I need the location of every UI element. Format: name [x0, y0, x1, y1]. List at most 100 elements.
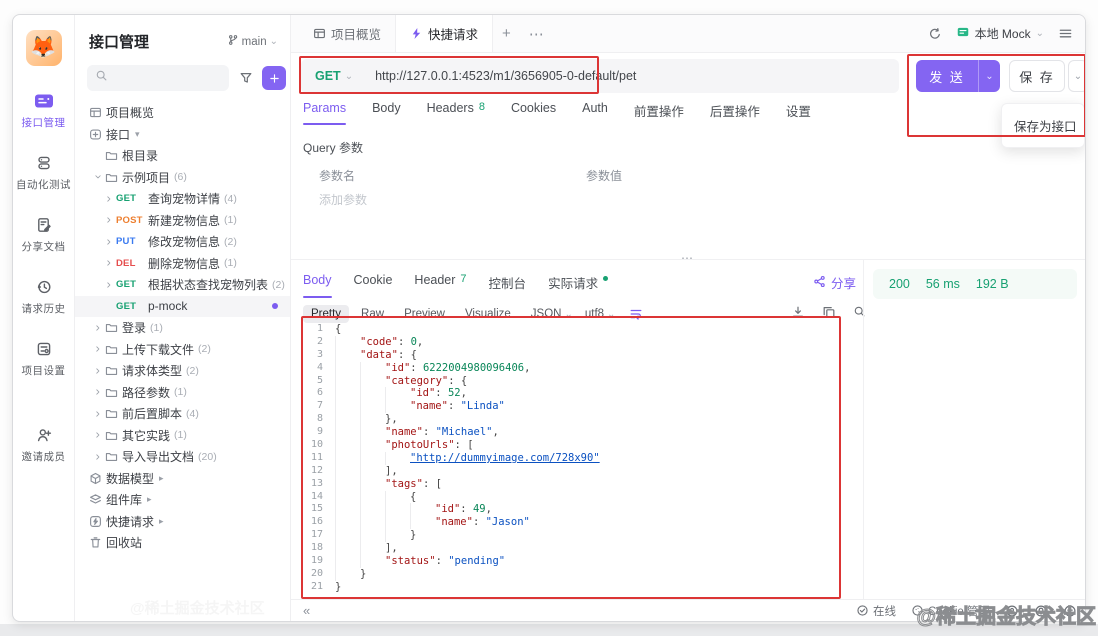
chevron-right-icon[interactable] [93, 409, 105, 419]
tree-endpoint[interactable]: GET根据状态查找宠物列表(2) [75, 274, 290, 296]
tree-item[interactable]: 快捷请求 ▸ [75, 511, 290, 533]
expand-caret-icon[interactable]: ▸ [159, 473, 164, 484]
chevron-right-icon[interactable] [104, 194, 116, 204]
tree-endpoint[interactable]: GET查询宠物详情(4) [75, 188, 290, 210]
request-tab-设置[interactable]: 设置 [786, 101, 811, 125]
copy-icon[interactable] [822, 305, 836, 319]
chevron-right-icon[interactable] [93, 452, 105, 462]
filter-icon[interactable] [239, 71, 253, 85]
rail-item-api-manage[interactable]: 接口管理 [22, 92, 66, 130]
request-tab-Headers[interactable]: Headers8 [427, 101, 485, 125]
tree-item[interactable]: 登录(1) [75, 317, 290, 339]
split-drag-handle[interactable]: ⋯ [681, 251, 694, 265]
view-mode-pretty[interactable]: Pretty [303, 305, 349, 323]
tab-quick-request[interactable]: 快捷请求 [395, 15, 493, 52]
url-input[interactable]: http://127.0.0.1:4523/m1/3656905-0-defau… [375, 69, 636, 83]
request-tab-前置操作[interactable]: 前置操作 [634, 101, 684, 125]
expand-caret-icon[interactable]: ▸ [159, 516, 164, 527]
topbar-right: 本地 Mock ⌄ [928, 25, 1086, 42]
send-dropdown-icon[interactable]: ⌄ [978, 60, 1000, 92]
hamburger-menu-icon[interactable] [1058, 26, 1073, 41]
rail-item-automation[interactable]: 自动化测试 [16, 154, 71, 192]
search-in-body-icon[interactable] [853, 305, 866, 319]
tree-endpoint[interactable]: POST新建宠物信息(1) [75, 210, 290, 232]
response-tab-实际请求[interactable]: 实际请求 [548, 273, 608, 298]
request-tab-Cookies[interactable]: Cookies [511, 101, 556, 125]
chevron-right-icon[interactable] [93, 387, 105, 397]
response-tab-Body[interactable]: Body [303, 273, 332, 298]
tree-item[interactable]: 组件库▸ [75, 489, 290, 511]
tab-project-overview[interactable]: 项目概览 [299, 15, 395, 52]
tree-item[interactable]: 数据模型▸ [75, 468, 290, 490]
download-icon[interactable] [791, 305, 805, 319]
tree-item-label: 接口 [106, 126, 130, 143]
encoding-select[interactable]: utf8⌄ [585, 308, 616, 320]
invite-icon [34, 426, 54, 444]
tree-item[interactable]: 路径参数(1) [75, 382, 290, 404]
request-tab-Params[interactable]: Params [303, 101, 346, 125]
online-status[interactable]: 在线 [856, 603, 896, 619]
app-logo-icon[interactable]: 🦊 [26, 30, 62, 66]
tree-item-label: 快捷请求 [106, 513, 154, 530]
chevron-down-icon: ⌄ [345, 71, 353, 82]
tree-endpoint[interactable]: PUT修改宠物信息(2) [75, 231, 290, 253]
rail-item-settings[interactable]: 项目设置 [22, 340, 66, 378]
add-param-placeholder[interactable]: 添加参数 [319, 191, 367, 208]
branch-selector[interactable]: main ⌄ [227, 34, 278, 49]
save-button[interactable]: 保 存 [1009, 60, 1065, 92]
tree-item[interactable]: 前后置脚本(4) [75, 403, 290, 425]
tree-endpoint[interactable]: DEL删除宠物信息(1) [75, 253, 290, 275]
share-button[interactable]: 分享 [813, 273, 856, 292]
search-input[interactable] [87, 65, 229, 91]
view-mode-visualize[interactable]: Visualize [457, 305, 519, 323]
response-body-json[interactable]: 1{2"code": 0,3"data": {4"id": 6222004980… [305, 323, 835, 594]
tree-item[interactable]: 其它实践(1) [75, 425, 290, 447]
add-button[interactable] [262, 66, 286, 90]
request-tab-后置操作[interactable]: 后置操作 [710, 101, 760, 125]
tree-item[interactable]: 根目录 [75, 145, 290, 167]
save-as-api-menu-item[interactable]: 保存为接口 [1002, 109, 1084, 142]
request-tab-Auth[interactable]: Auth [582, 101, 608, 125]
tree-item[interactable]: 导入导出文档(20) [75, 446, 290, 468]
wrap-lines-icon[interactable] [629, 307, 643, 321]
expand-caret-icon[interactable]: ▸ [147, 494, 152, 505]
environment-selector[interactable]: 本地 Mock ⌄ [956, 25, 1044, 42]
tree-item[interactable]: 示例项目(6) [75, 167, 290, 189]
send-button[interactable]: 发 送 ⌄ [916, 60, 1000, 92]
method-select[interactable]: GET ⌄ [315, 69, 353, 83]
folder-icon [105, 364, 122, 377]
collapse-sidebar-icon[interactable]: « [303, 603, 310, 618]
save-dropdown-icon[interactable]: ⌄ [1068, 60, 1086, 92]
rail-item-share-doc[interactable]: 分享文档 [22, 216, 66, 254]
new-tab-button[interactable]: + [493, 25, 520, 42]
chevron-right-icon[interactable] [93, 323, 105, 333]
tree-endpoint[interactable]: GETp-mock [75, 296, 290, 318]
chevron-right-icon[interactable] [104, 215, 116, 225]
tree-item[interactable]: 项目概览 [75, 102, 290, 124]
tree-item[interactable]: 回收站 [75, 532, 290, 554]
expand-caret-icon[interactable]: ▾ [135, 129, 140, 140]
tree-item[interactable]: 请求体类型(2) [75, 360, 290, 382]
refresh-icon[interactable] [928, 27, 942, 41]
chevron-down-icon[interactable] [93, 172, 105, 182]
request-tab-Body[interactable]: Body [372, 101, 401, 125]
response-tab-Header[interactable]: Header7 [414, 273, 466, 298]
chevron-right-icon[interactable] [104, 280, 116, 290]
chevron-right-icon[interactable] [104, 237, 116, 247]
format-select[interactable]: JSON⌄ [531, 308, 573, 320]
view-mode-raw[interactable]: Raw [353, 305, 392, 323]
tab-overflow-menu-icon[interactable]: ⋯ [520, 25, 553, 43]
chevron-right-icon[interactable] [93, 344, 105, 354]
response-tab-Cookie[interactable]: Cookie [354, 273, 393, 298]
chevron-right-icon[interactable] [93, 366, 105, 376]
chevron-right-icon[interactable] [93, 430, 105, 440]
view-mode-preview[interactable]: Preview [396, 305, 453, 323]
tree-item[interactable]: 上传下载文件(2) [75, 339, 290, 361]
status-size: 192 B [976, 277, 1009, 291]
chevron-right-icon[interactable] [104, 258, 116, 268]
tree-item[interactable]: 接口 ▾ [75, 124, 290, 146]
response-tab-控制台[interactable]: 控制台 [489, 273, 527, 298]
rail-item-history[interactable]: 请求历史 [22, 278, 66, 316]
format-value: utf8 [585, 308, 604, 320]
rail-item-invite[interactable]: 邀请成员 [22, 426, 66, 464]
